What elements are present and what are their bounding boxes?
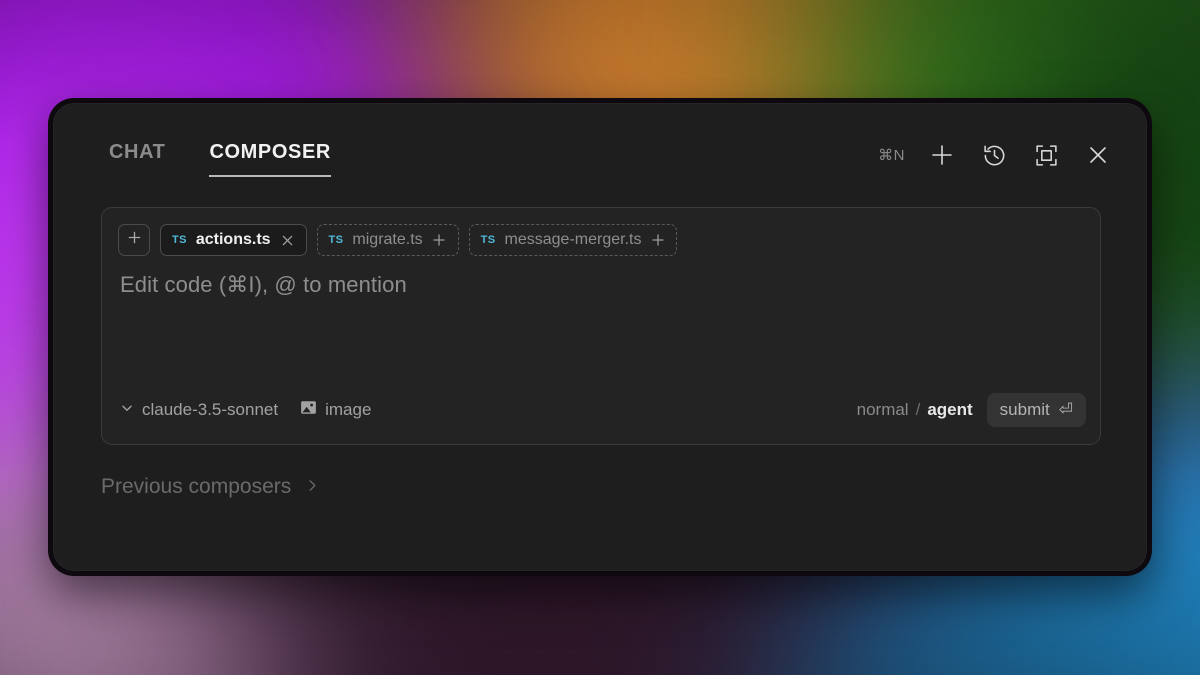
prompt-input[interactable]: Edit code (⌘I), @ to mention bbox=[102, 256, 1100, 392]
composer-footer: claude-3.5-sonnet image normal / agent s… bbox=[102, 392, 1100, 444]
composer-input-box[interactable]: TS actions.ts TS migrate.ts TS message-m… bbox=[101, 207, 1101, 445]
close-button[interactable] bbox=[1083, 140, 1113, 170]
close-icon[interactable] bbox=[280, 233, 295, 248]
context-chip-label: actions.ts bbox=[195, 231, 271, 248]
submit-button[interactable]: submit ⏎ bbox=[986, 393, 1086, 427]
context-chip-label: message-merger.ts bbox=[504, 231, 642, 248]
tab-composer[interactable]: COMPOSER bbox=[209, 141, 331, 177]
composer-footer-left: claude-3.5-sonnet image bbox=[120, 399, 371, 421]
mode-agent-label[interactable]: agent bbox=[927, 400, 972, 420]
submit-label: submit bbox=[999, 400, 1050, 419]
context-chips-row: TS actions.ts TS migrate.ts TS message-m… bbox=[102, 208, 1100, 256]
panel-titlebar: CHAT COMPOSER ⌘N bbox=[53, 103, 1147, 189]
context-chip-migrate-ts[interactable]: TS migrate.ts bbox=[316, 224, 459, 256]
mode-normal-label[interactable]: normal bbox=[857, 400, 909, 420]
composer-panel: CHAT COMPOSER ⌘N TS actions.ts TS migrat… bbox=[48, 98, 1152, 576]
context-chip-actions-ts[interactable]: TS actions.ts bbox=[160, 224, 307, 256]
expand-button[interactable] bbox=[1031, 140, 1061, 170]
mode-separator: / bbox=[915, 400, 921, 419]
tab-chat-label: CHAT bbox=[109, 141, 166, 163]
model-name: claude-3.5-sonnet bbox=[142, 400, 279, 419]
context-chip-message-merger-ts[interactable]: TS message-merger.ts bbox=[468, 224, 678, 256]
attach-image-label: image bbox=[325, 400, 372, 419]
previous-composers-link[interactable]: Previous composers bbox=[101, 475, 320, 499]
plus-icon[interactable] bbox=[432, 233, 447, 248]
model-selector[interactable]: claude-3.5-sonnet bbox=[120, 400, 278, 420]
chevron-right-icon bbox=[305, 475, 320, 499]
previous-composers-label: Previous composers bbox=[101, 475, 292, 498]
close-icon bbox=[1086, 143, 1110, 167]
typescript-badge-icon: TS bbox=[172, 234, 187, 246]
typescript-badge-icon: TS bbox=[480, 234, 496, 246]
tab-chat[interactable]: CHAT bbox=[109, 141, 165, 177]
add-context-button[interactable] bbox=[118, 224, 150, 256]
plus-icon bbox=[929, 142, 955, 168]
enter-key-icon: ⏎ bbox=[1058, 400, 1073, 419]
new-composer-button[interactable] bbox=[927, 140, 957, 170]
typescript-badge-icon: TS bbox=[328, 234, 344, 246]
header-actions: ⌘N bbox=[878, 140, 1113, 178]
shortcut-hint: ⌘N bbox=[878, 147, 905, 164]
context-chip-label: migrate.ts bbox=[352, 231, 423, 248]
attach-image-button[interactable]: image bbox=[300, 399, 371, 421]
chevron-down-icon bbox=[120, 400, 134, 420]
tab-bar: CHAT COMPOSER bbox=[109, 141, 331, 177]
prompt-placeholder: Edit code (⌘I), @ to mention bbox=[120, 272, 407, 297]
fullscreen-icon bbox=[1034, 143, 1059, 168]
plus-icon bbox=[127, 230, 142, 250]
history-button[interactable] bbox=[979, 140, 1009, 170]
composer-footer-right: normal / agent submit ⏎ bbox=[857, 393, 1086, 427]
mode-toggle[interactable]: normal / agent bbox=[857, 400, 973, 420]
tab-composer-label: COMPOSER bbox=[209, 141, 331, 163]
plus-icon[interactable] bbox=[650, 233, 665, 248]
history-icon bbox=[982, 143, 1007, 168]
image-icon bbox=[300, 399, 317, 421]
